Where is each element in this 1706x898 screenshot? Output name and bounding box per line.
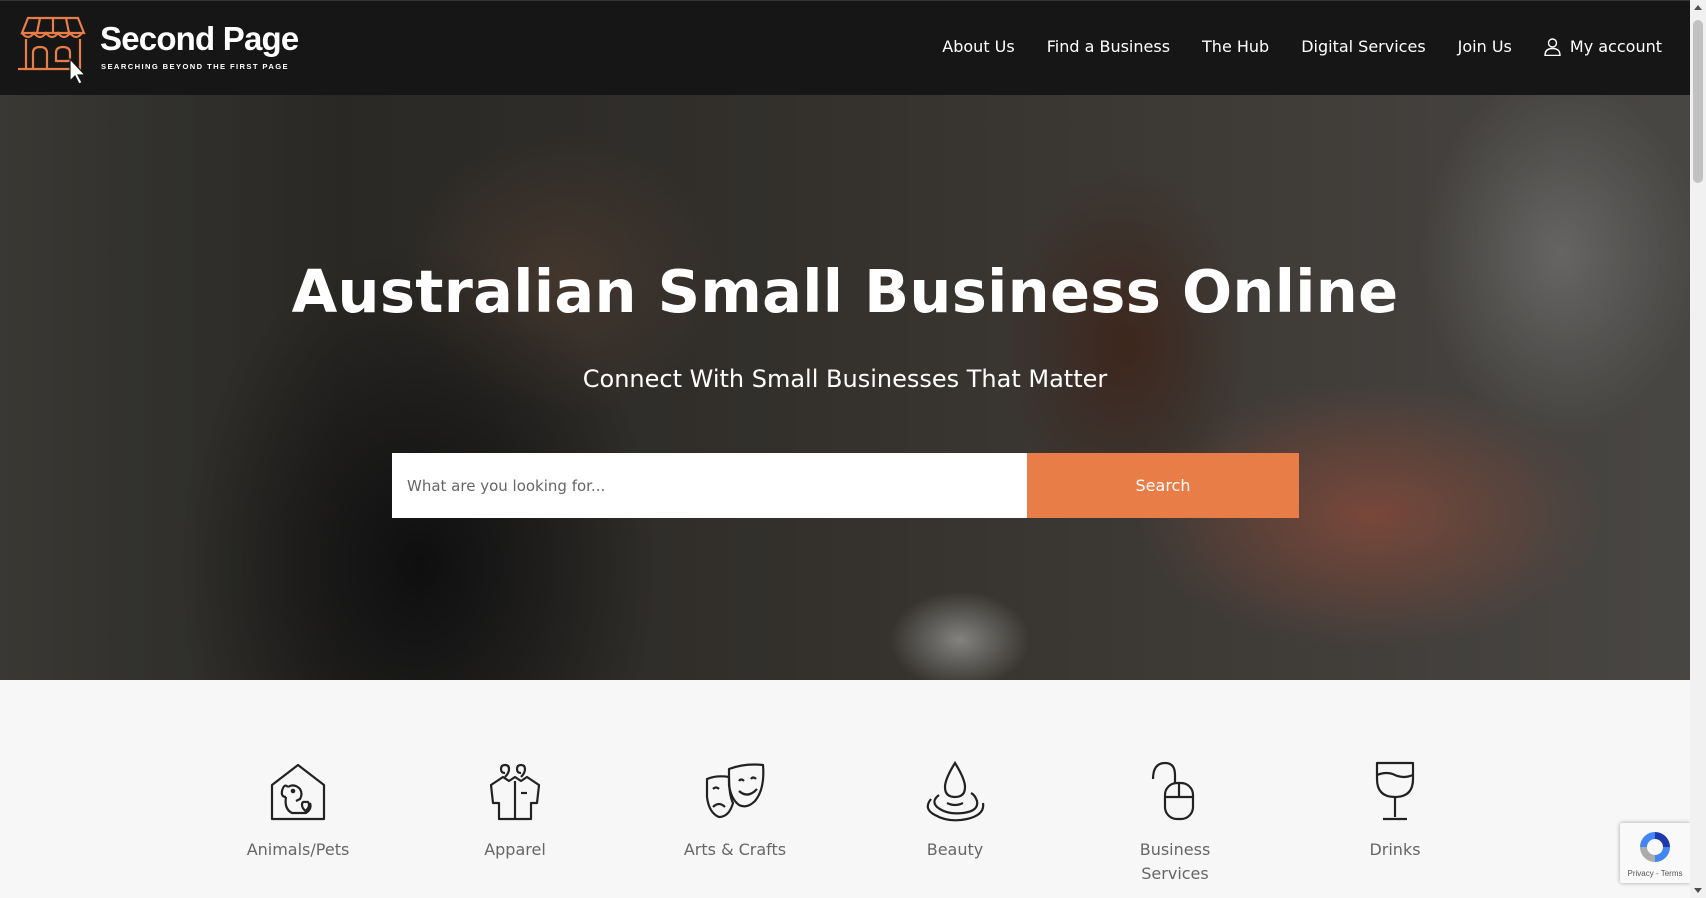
nav-the-hub[interactable]: The Hub: [1202, 37, 1269, 56]
category-label: Drinks: [1369, 840, 1421, 859]
category-list: Animals/Pets Apparel Arts & Crafts Beaut…: [0, 680, 1690, 898]
nav-join-us[interactable]: Join Us: [1458, 37, 1512, 56]
category-animals-pets[interactable]: Animals/Pets: [198, 759, 398, 862]
page-scrollbar[interactable]: [1690, 0, 1706, 898]
category-label: Animals/Pets: [246, 840, 350, 859]
scroll-up-arrow-icon[interactable]: [1694, 5, 1702, 10]
hero-title: Australian Small Business Online: [291, 257, 1399, 326]
search-input[interactable]: [392, 453, 1027, 518]
mouse-icon: [1151, 761, 1195, 821]
scroll-thumb[interactable]: [1693, 20, 1703, 183]
category-label: Apparel: [484, 840, 546, 859]
recaptcha-badge[interactable]: Privacy - Terms: [1620, 823, 1690, 883]
site-header: Second Page SEARCHING BEYOND THE FIRST P…: [0, 0, 1690, 96]
hero-subtitle: Connect With Small Businesses That Matte…: [582, 365, 1108, 393]
nav-my-account[interactable]: My account: [1544, 37, 1662, 56]
category-drinks[interactable]: Drinks: [1295, 759, 1495, 862]
logo-tagline: SEARCHING BEYOND THE FIRST PAGE: [101, 62, 289, 71]
wine-glass-icon: [1375, 761, 1415, 821]
recaptcha-icon: [1640, 832, 1670, 862]
my-account-label: My account: [1569, 37, 1662, 56]
main-nav: About Us Find a Business The Hub Digital…: [910, 37, 1662, 56]
category-beauty[interactable]: Beauty: [855, 759, 1055, 862]
shirt-hanger-icon: [489, 763, 541, 821]
category-arts-crafts[interactable]: Arts & Crafts: [635, 759, 835, 862]
category-apparel[interactable]: Apparel: [415, 759, 615, 862]
category-label: Beauty: [926, 840, 984, 859]
scroll-down-arrow-icon[interactable]: [1694, 888, 1702, 893]
nav-find-a-business[interactable]: Find a Business: [1047, 37, 1170, 56]
category-label: Arts & Crafts: [683, 840, 787, 859]
hero-banner: Australian Small Business Online Connect…: [0, 95, 1690, 680]
nav-digital-services[interactable]: Digital Services: [1301, 37, 1425, 56]
water-drop-icon: [926, 760, 985, 822]
storefront-icon: [18, 16, 87, 85]
search-button[interactable]: Search: [1027, 453, 1299, 518]
nav-about-us[interactable]: About Us: [942, 37, 1014, 56]
site-logo[interactable]: Second Page SEARCHING BEYOND THE FIRST P…: [18, 15, 299, 85]
user-icon: [1544, 37, 1561, 56]
pet-house-icon: [270, 763, 326, 821]
recaptcha-links[interactable]: Privacy - Terms: [1620, 869, 1690, 878]
category-label: Business Services: [1139, 840, 1211, 883]
theatre-masks-icon: [705, 763, 765, 819]
logo-title: Second Page: [100, 20, 299, 57]
category-business-services[interactable]: Business Services: [1075, 759, 1275, 886]
